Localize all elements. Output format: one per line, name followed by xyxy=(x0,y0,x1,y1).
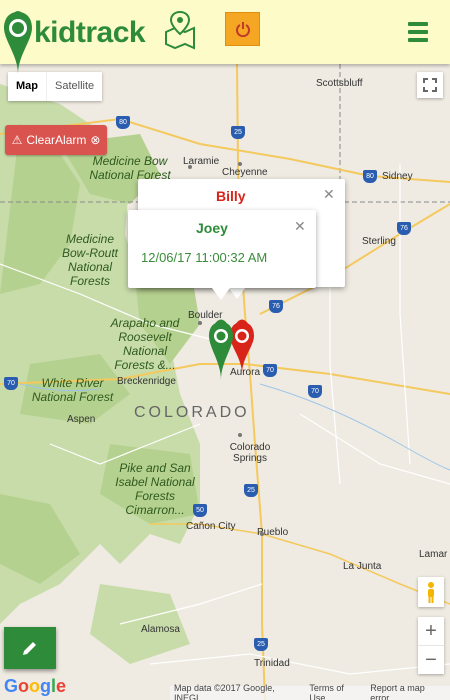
city-label: Colorado Springs xyxy=(229,442,271,464)
city-label: La Junta xyxy=(343,561,382,572)
brand-name: kidtrack xyxy=(34,16,146,49)
forest-label: White River National Forest xyxy=(31,376,114,404)
highway-shield: 70 xyxy=(263,364,277,377)
fullscreen-button[interactable] xyxy=(417,72,443,98)
highway-shield: 70 xyxy=(308,385,322,398)
city-label: Scottsbluff xyxy=(316,78,363,89)
highway-shield: 76 xyxy=(269,300,283,313)
info-window-pointer xyxy=(212,288,230,300)
report-error-link[interactable]: Report a map error xyxy=(366,683,450,700)
power-button[interactable] xyxy=(225,12,260,46)
clear-alarm-button[interactable]: ⚠ ClearAlarm ⊗ xyxy=(5,125,107,155)
close-icon[interactable]: ✕ xyxy=(294,218,306,235)
map-view[interactable]: Map Satellite ⚠ ClearAlarm ⊗ Medicine Bo… xyxy=(0,64,450,700)
google-logo: Google xyxy=(4,676,67,696)
highway-shield: 70 xyxy=(4,377,18,390)
city-label: Sidney xyxy=(382,171,413,182)
highway-shield: 80 xyxy=(363,170,377,183)
map-data-credit: Map data ©2017 Google, INEGI xyxy=(174,683,275,700)
info-window-name: Billy xyxy=(216,188,246,204)
city-label: Lamar xyxy=(419,549,448,560)
edit-button[interactable] xyxy=(4,627,56,669)
info-window-pointer xyxy=(228,287,246,299)
forest-label: Arapaho and Roosevelt National Forests &… xyxy=(110,316,180,372)
city-label: Cheyenne xyxy=(222,167,268,178)
close-icon[interactable]: ✕ xyxy=(323,186,335,203)
city-label: Sterling xyxy=(362,236,396,247)
map-footer: Map data ©2017 Google, INEGI Terms of Us… xyxy=(170,683,450,700)
kid-marker-joey-icon[interactable] xyxy=(208,314,234,380)
street-view-pegman[interactable] xyxy=(418,577,444,607)
city-label: Laramie xyxy=(183,156,220,167)
map-pin-icon[interactable] xyxy=(163,10,197,50)
terms-link[interactable]: Terms of Use xyxy=(305,683,366,700)
info-window-name: Joey xyxy=(196,220,228,236)
highway-shield: 25 xyxy=(254,638,268,651)
city-label: Breckenridge xyxy=(117,376,176,387)
highway-shield: 76 xyxy=(397,222,411,235)
clear-alarm-label: ClearAlarm xyxy=(26,133,87,147)
city-label: Cañon City xyxy=(186,521,236,532)
state-label: COLORADO xyxy=(134,404,250,421)
power-icon xyxy=(235,22,250,37)
fullscreen-icon xyxy=(423,78,437,92)
pencil-icon xyxy=(23,642,36,655)
app-header: kidtrack xyxy=(0,0,450,74)
city-label: Alamosa xyxy=(141,624,180,635)
highway-shield: 50 xyxy=(193,504,207,517)
zoom-in-button[interactable]: + xyxy=(418,617,444,645)
zoom-out-button[interactable]: − xyxy=(418,646,444,674)
warning-icon: ⚠ xyxy=(11,133,23,147)
forest-label: Medicine Bow-Routt National Forests xyxy=(61,232,119,288)
info-window-timestamp: 12/06/17 11:00:32 AM xyxy=(141,250,268,265)
close-circle-icon: ⊗ xyxy=(90,133,101,147)
highway-shield: 80 xyxy=(116,116,130,129)
city-label: Aspen xyxy=(67,414,96,425)
forest-label: Pike and San Isabel National Forests Cim… xyxy=(115,461,195,517)
info-window-joey: Joey ✕ 12/06/17 11:00:32 AM xyxy=(128,210,316,288)
hamburger-menu-icon[interactable] xyxy=(408,22,428,46)
pegman-icon xyxy=(428,582,434,603)
highway-shield: 25 xyxy=(231,126,245,139)
forest-label: Medicine Bow National Forest xyxy=(89,154,171,182)
city-label: Pueblo xyxy=(257,527,289,538)
highway-shield: 25 xyxy=(244,484,258,497)
city-label: Trinidad xyxy=(254,658,290,669)
zoom-control: + − xyxy=(418,617,444,674)
map-type-satellite[interactable]: Satellite xyxy=(46,72,102,101)
map-type-map[interactable]: Map xyxy=(8,72,46,101)
map-type-control: Map Satellite xyxy=(8,72,103,101)
kid-location-pin-icon[interactable] xyxy=(3,4,33,74)
